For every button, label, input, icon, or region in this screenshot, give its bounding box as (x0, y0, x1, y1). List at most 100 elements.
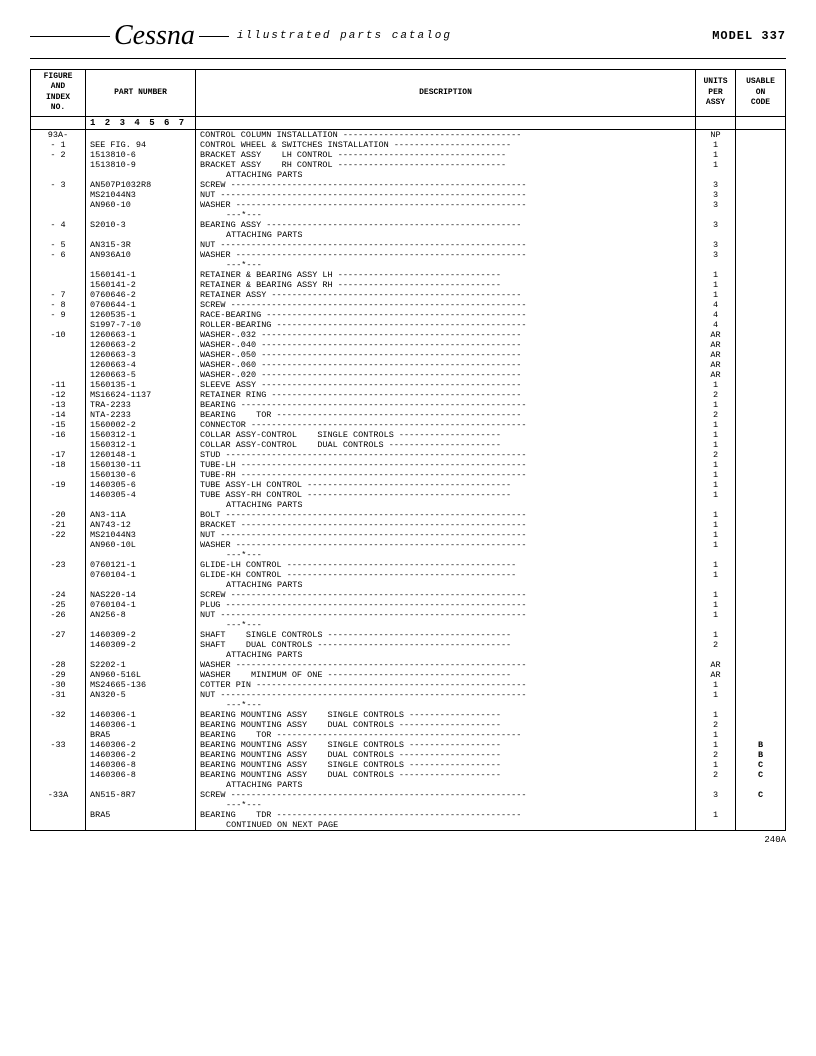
cell-part: 1513810-9 (86, 160, 196, 170)
table-row: 1460306-1 BEARING MOUNTING ASSY DUAL CON… (31, 720, 786, 730)
table-row: -24 NAS220-14 SCREW --------------------… (31, 590, 786, 600)
cell-part: AN3-11A (86, 510, 196, 520)
cell-part: 1260663-4 (86, 360, 196, 370)
table-body: 93A- CONTROL COLUMN INSTALLATION -------… (31, 129, 786, 830)
table-row: -27 1460309-2 SHAFT SINGLE CONTROLS ----… (31, 630, 786, 640)
cell-usable (736, 170, 786, 180)
cell-units: 3 (696, 180, 736, 190)
table-row: 1560141-1 RETAINER & BEARING ASSY LH ---… (31, 270, 786, 280)
table-row: -12 MS16624-1137 RETAINER RING ---------… (31, 390, 786, 400)
cell-figure: -30 (31, 680, 86, 690)
cell-units: 3 (696, 240, 736, 250)
cell-part: TRA-2233 (86, 400, 196, 410)
cell-units: 1 (696, 420, 736, 430)
table-row: ATTACHING PARTS (31, 780, 786, 790)
table-row: -11 1560135-1 SLEEVE ASSY --------------… (31, 380, 786, 390)
cell-figure (31, 760, 86, 770)
table-row: 1460306-8 BEARING MOUNTING ASSY SINGLE C… (31, 760, 786, 770)
cell-desc: SHAFT DUAL CONTROLS --------------------… (196, 640, 696, 650)
cell-units: 1 (696, 540, 736, 550)
cell-units: AR (696, 340, 736, 350)
cell-desc: TUBE-RH --------------------------------… (196, 470, 696, 480)
cell-figure (31, 540, 86, 550)
col-header-part: PART NUMBER (86, 70, 196, 117)
cell-desc: TUBE-LH --------------------------------… (196, 460, 696, 470)
cell-figure: - 8 (31, 300, 86, 310)
table-row: 1460306-8 BEARING MOUNTING ASSY DUAL CON… (31, 770, 786, 780)
cell-part: AN507P1032R8 (86, 180, 196, 190)
footer: 240A (30, 831, 786, 845)
cell-usable (736, 680, 786, 690)
cell-usable (736, 540, 786, 550)
cell-units (696, 260, 736, 270)
table-row: 1513810-9 BRACKET ASSY RH CONTROL ------… (31, 160, 786, 170)
cell-usable (736, 430, 786, 440)
cell-figure: - 7 (31, 290, 86, 300)
cell-figure: - 3 (31, 180, 86, 190)
cell-units: 1 (696, 470, 736, 480)
cell-figure: -33 (31, 740, 86, 750)
table-row: ATTACHING PARTS (31, 500, 786, 510)
cell-usable (736, 570, 786, 580)
cell-usable (736, 310, 786, 320)
cell-usable (736, 650, 786, 660)
cell-desc: WASHER ---------------------------------… (196, 200, 696, 210)
table-row: - 5 AN315-3R NUT -----------------------… (31, 240, 786, 250)
logo-text: Cessna (114, 20, 195, 52)
cell-usable (736, 660, 786, 670)
cell-part: AN960-10 (86, 200, 196, 210)
cell-units: 1 (696, 510, 736, 520)
cell-desc: COLLAR ASSY-CONTROL SINGLE CONTROLS ----… (196, 430, 696, 440)
cell-figure (31, 490, 86, 500)
cell-desc: BEARING MOUNTING ASSY SINGLE CONTROLS --… (196, 740, 696, 750)
cell-usable (736, 320, 786, 330)
cell-usable (736, 580, 786, 590)
cell-part: S1997-7-10 (86, 320, 196, 330)
cell-figure (31, 370, 86, 380)
col-header-desc: DESCRIPTION (196, 70, 696, 117)
cell-usable (736, 240, 786, 250)
cell-part: 1460309-2 (86, 640, 196, 650)
cell-figure (31, 580, 86, 590)
cell-figure: -31 (31, 690, 86, 700)
cell-usable (736, 780, 786, 790)
cell-figure (31, 820, 86, 831)
table-row: -16 1560312-1 COLLAR ASSY-CONTROL SINGLE… (31, 430, 786, 440)
numbers-row: 1 2 3 4 5 6 7 (31, 116, 786, 129)
cell-desc: SLEEVE ASSY ----------------------------… (196, 380, 696, 390)
cell-units: 1 (696, 140, 736, 150)
cell-figure: - 6 (31, 250, 86, 260)
cell-desc: SCREW ----------------------------------… (196, 790, 696, 800)
numbers-desc-cell (196, 116, 696, 129)
cell-figure: -16 (31, 430, 86, 440)
cell-figure (31, 210, 86, 220)
table-row: - 1 SEE FIG. 94 CONTROL WHEEL & SWITCHES… (31, 140, 786, 150)
cell-figure (31, 570, 86, 580)
cell-units (696, 620, 736, 630)
table-row: -31 AN320-5 NUT ------------------------… (31, 690, 786, 700)
cell-part: MS24665-136 (86, 680, 196, 690)
cell-units: 2 (696, 640, 736, 650)
cell-units: 1 (696, 630, 736, 640)
cell-units: 3 (696, 190, 736, 200)
cell-desc: BRACKET --------------------------------… (196, 520, 696, 530)
table-row: ---*--- (31, 550, 786, 560)
cell-part: 1460306-2 (86, 750, 196, 760)
cell-units: 1 (696, 710, 736, 720)
cell-usable (736, 420, 786, 430)
cell-figure: -13 (31, 400, 86, 410)
model-label: MODEL 337 (712, 29, 786, 43)
cell-desc: SCREW ----------------------------------… (196, 300, 696, 310)
cell-desc: WASHER ---------------------------------… (196, 250, 696, 260)
table-row: ---*--- (31, 260, 786, 270)
cell-units: 3 (696, 200, 736, 210)
cell-part: NAS220-14 (86, 590, 196, 600)
cell-part: NTA-2233 (86, 410, 196, 420)
cell-figure (31, 550, 86, 560)
cell-desc: BEARING MOUNTING ASSY DUAL CONTROLS ----… (196, 750, 696, 760)
table-row: -33A AN515-8R7 SCREW -------------------… (31, 790, 786, 800)
cell-usable (736, 220, 786, 230)
cell-desc: BRACKET ASSY LH CONTROL ----------------… (196, 150, 696, 160)
cell-desc: BEARING ASSY ---------------------------… (196, 220, 696, 230)
cell-figure (31, 270, 86, 280)
